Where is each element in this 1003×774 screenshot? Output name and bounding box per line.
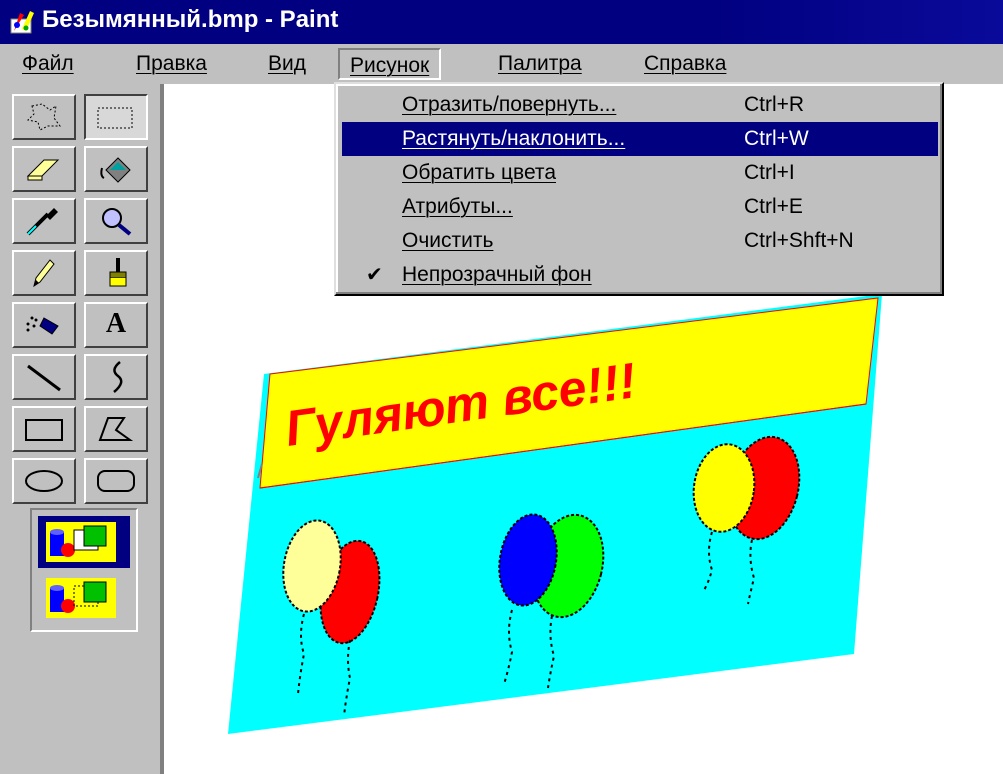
tool-brush[interactable] [84,250,148,296]
rounded-rect-icon [97,470,135,492]
tool-options-box [30,508,138,632]
menu-opaque-background[interactable]: ✔ Непрозрачный фон [342,258,938,292]
menu-colors[interactable]: Палитра [488,48,592,80]
checkmark-icon: ✔ [366,264,383,286]
tool-curve[interactable] [84,354,148,400]
paint-window: Безымянный.bmp - Paint Файл Правка Вид Р… [0,0,1003,774]
menu-edit[interactable]: Правка [126,48,217,80]
tool-rounded-rect[interactable] [84,458,148,504]
polygon-icon [98,417,134,441]
tool-free-select[interactable] [12,94,76,140]
menu-invert-colors[interactable]: Обратить цвета Ctrl+I [342,156,938,190]
tool-color-picker[interactable] [12,198,76,244]
menu-file[interactable]: Файл [12,48,84,80]
paint-app-icon [10,11,34,34]
tool-polygon[interactable] [84,406,148,452]
rectangle-icon [25,419,63,441]
tool-rectangle[interactable] [12,406,76,452]
menu-help[interactable]: Справка [634,48,736,80]
tool-eraser[interactable] [12,146,76,192]
tool-airbrush[interactable] [12,302,76,348]
tool-pencil[interactable] [12,250,76,296]
menu-view[interactable]: Вид [258,48,316,80]
menu-bar: Файл Правка Вид Рисунок Палитра Справка [0,44,1003,84]
window-title: Безымянный.bmp - Paint [42,6,339,33]
menu-flip-rotate[interactable]: Отразить/повернуть... Ctrl+R [342,88,938,122]
pencil-icon [33,259,55,288]
airbrush-icon [26,316,59,335]
transparent-background-option[interactable] [38,572,130,624]
title-bar[interactable]: Безымянный.bmp - Paint [0,0,1003,44]
opaque-background-option-icon [46,522,116,562]
tool-rect-select[interactable] [84,94,148,140]
transparent-background-option-icon [46,578,116,618]
free-select-icon [26,103,61,131]
opaque-background-option[interactable] [38,516,130,568]
eraser-icon [26,159,60,181]
text-tool-icon: A [105,308,127,339]
tool-line[interactable] [12,354,76,400]
ellipse-icon [25,470,63,492]
menu-attributes[interactable]: Атрибуты... Ctrl+E [342,190,938,224]
tool-text[interactable]: A [84,302,148,348]
color-picker-icon [26,208,58,236]
tool-fill[interactable] [84,146,148,192]
line-icon [27,364,61,392]
magnifier-icon [102,208,132,236]
rect-select-icon [97,107,133,129]
tool-magnifier[interactable] [84,198,148,244]
menu-image[interactable]: Рисунок [338,48,442,80]
curve-icon [113,361,123,393]
image-menu-dropdown: Отразить/повернуть... Ctrl+R Растянуть/н… [334,82,944,296]
fill-bucket-icon [100,157,131,183]
brush-icon [109,258,127,287]
menu-clear-image[interactable]: Очистить Ctrl+Shft+N [342,224,938,258]
menu-stretch-skew[interactable]: Растянуть/наклонить... Ctrl+W [342,122,938,156]
tool-ellipse[interactable] [12,458,76,504]
